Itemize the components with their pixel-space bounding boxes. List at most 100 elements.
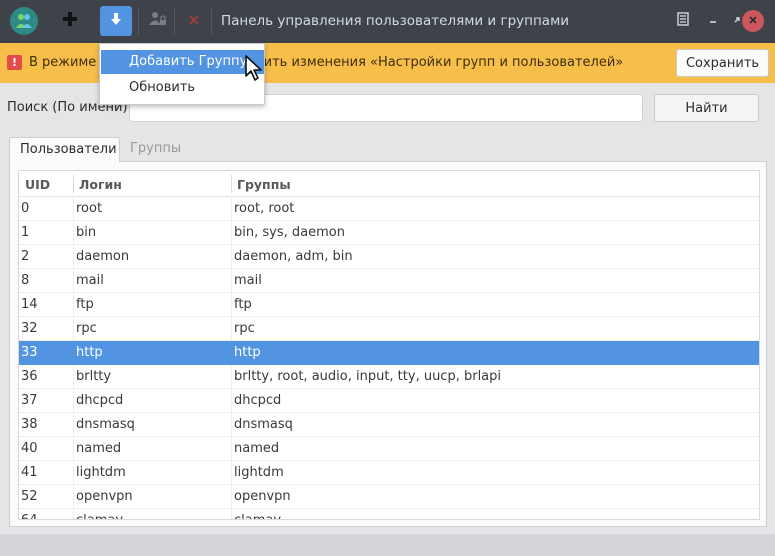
cell-groups: root, root [234, 201, 295, 216]
document-icon [677, 12, 689, 30]
table-row[interactable]: 14 ftp ftp [19, 293, 759, 317]
window-menu-button[interactable] [667, 6, 699, 36]
column-divider [231, 245, 232, 269]
table-row[interactable]: 38 dnsmasq dnsmasq [19, 413, 759, 437]
cell-uid: 36 [21, 369, 38, 384]
table-body: 0 root root, root 1 bin bin, sys, daemon 2 daem… [19, 197, 759, 519]
menu-item-refresh[interactable]: Обновить [101, 76, 264, 100]
tab-groups[interactable]: Группы [120, 137, 191, 162]
column-divider [231, 389, 232, 413]
cell-login: clamav [76, 513, 123, 519]
user-lock-icon [149, 11, 167, 31]
mouse-cursor-icon [244, 54, 266, 86]
table-header: UID Логин Группы [19, 171, 759, 197]
plus-icon [62, 11, 78, 31]
column-divider [231, 485, 232, 509]
cell-uid: 38 [21, 417, 38, 432]
column-divider [73, 245, 74, 269]
cell-login: bin [76, 225, 97, 240]
warning-text-left: В режиме П [29, 55, 111, 70]
cell-groups: rpc [234, 321, 255, 336]
find-button[interactable]: Найти [654, 94, 759, 122]
table-row[interactable]: 37 dhcpcd dhcpcd [19, 389, 759, 413]
cell-groups: dnsmasq [234, 417, 293, 432]
cell-groups: openvpn [234, 489, 291, 504]
cell-login: openvpn [76, 489, 133, 504]
cell-groups: clamav [234, 513, 281, 519]
column-divider [73, 413, 74, 437]
table-row[interactable]: 32 rpc rpc [19, 317, 759, 341]
maximize-icon [732, 14, 742, 29]
column-divider [73, 437, 74, 461]
column-divider [231, 461, 232, 485]
column-header-groups[interactable]: Группы [237, 177, 291, 192]
table-row[interactable]: 33 http http [19, 341, 759, 365]
column-divider [231, 437, 232, 461]
cell-groups: lightdm [234, 465, 284, 480]
menu-item-add-group[interactable]: Добавить Группу [101, 50, 264, 74]
cell-uid: 52 [21, 489, 38, 504]
column-divider [231, 317, 232, 341]
toolbar-separator [138, 7, 139, 35]
column-divider [73, 485, 74, 509]
column-divider [73, 509, 74, 519]
minimize-icon [708, 14, 718, 29]
app-logo-icon [10, 7, 38, 35]
cell-uid: 37 [21, 393, 38, 408]
cell-groups: mail [234, 273, 262, 288]
cell-login: ftp [76, 297, 94, 312]
add-menu-button[interactable] [100, 6, 132, 36]
table-row[interactable]: 2 daemon daemon, adm, bin [19, 245, 759, 269]
cell-uid: 33 [21, 345, 38, 360]
column-divider [231, 221, 232, 245]
column-divider [231, 413, 232, 437]
column-divider [231, 269, 232, 293]
column-divider [231, 509, 232, 519]
cell-login: daemon [76, 249, 130, 264]
column-header-login[interactable]: Логин [79, 177, 122, 192]
cell-groups: named [234, 441, 280, 456]
cell-uid: 32 [21, 321, 38, 336]
warning-text-right: анить изменения «Настройки групп и польз… [247, 55, 624, 70]
cell-uid: 2 [21, 249, 30, 264]
cell-groups: daemon, adm, bin [234, 249, 353, 264]
status-bar [0, 534, 775, 556]
column-divider [231, 197, 232, 221]
table-row[interactable]: 8 mail mail [19, 269, 759, 293]
cell-uid: 64 [21, 513, 38, 519]
edit-user-button[interactable] [142, 6, 174, 36]
cell-login: lightdm [76, 465, 126, 480]
cell-groups: bin, sys, daemon [234, 225, 345, 240]
cell-login: http [76, 345, 103, 360]
table-row[interactable]: 52 openvpn openvpn [19, 485, 759, 509]
table-row[interactable]: 0 root root, root [19, 197, 759, 221]
column-header-uid[interactable]: UID [25, 177, 50, 192]
cell-groups: dhcpcd [234, 393, 282, 408]
table-row[interactable]: 1 bin bin, sys, daemon [19, 221, 759, 245]
cell-uid: 8 [21, 273, 30, 288]
warning-icon: ! [7, 55, 22, 70]
cell-login: brltty [76, 369, 112, 384]
column-divider [73, 269, 74, 293]
table-row[interactable]: 36 brltty brltty, root, audio, input, tty,… [19, 365, 759, 389]
table-row[interactable]: 64 clamav clamav [19, 509, 759, 519]
table-row[interactable]: 41 lightdm lightdm [19, 461, 759, 485]
close-icon [748, 14, 758, 29]
close-window-button[interactable] [742, 10, 764, 32]
add-user-button[interactable] [54, 6, 86, 36]
cell-uid: 0 [21, 201, 30, 216]
column-divider [73, 389, 74, 413]
arrow-down-icon [110, 12, 122, 30]
column-divider [73, 341, 74, 365]
cell-login: root [76, 201, 103, 216]
users-table: UID Логин Группы 0 root root, root 1 bin bin,… [18, 170, 760, 520]
title-bar: Панель управления пользователями и групп… [0, 0, 775, 43]
users-panel: UID Логин Группы 0 root root, root 1 bin bin,… [9, 161, 767, 527]
column-divider [73, 293, 74, 317]
table-row[interactable]: 40 named named [19, 437, 759, 461]
save-button[interactable]: Сохранить [676, 49, 769, 77]
cell-login: dnsmasq [76, 417, 135, 432]
column-divider [73, 221, 74, 245]
tab-users[interactable]: Пользователи [9, 137, 120, 162]
column-divider [231, 293, 232, 317]
